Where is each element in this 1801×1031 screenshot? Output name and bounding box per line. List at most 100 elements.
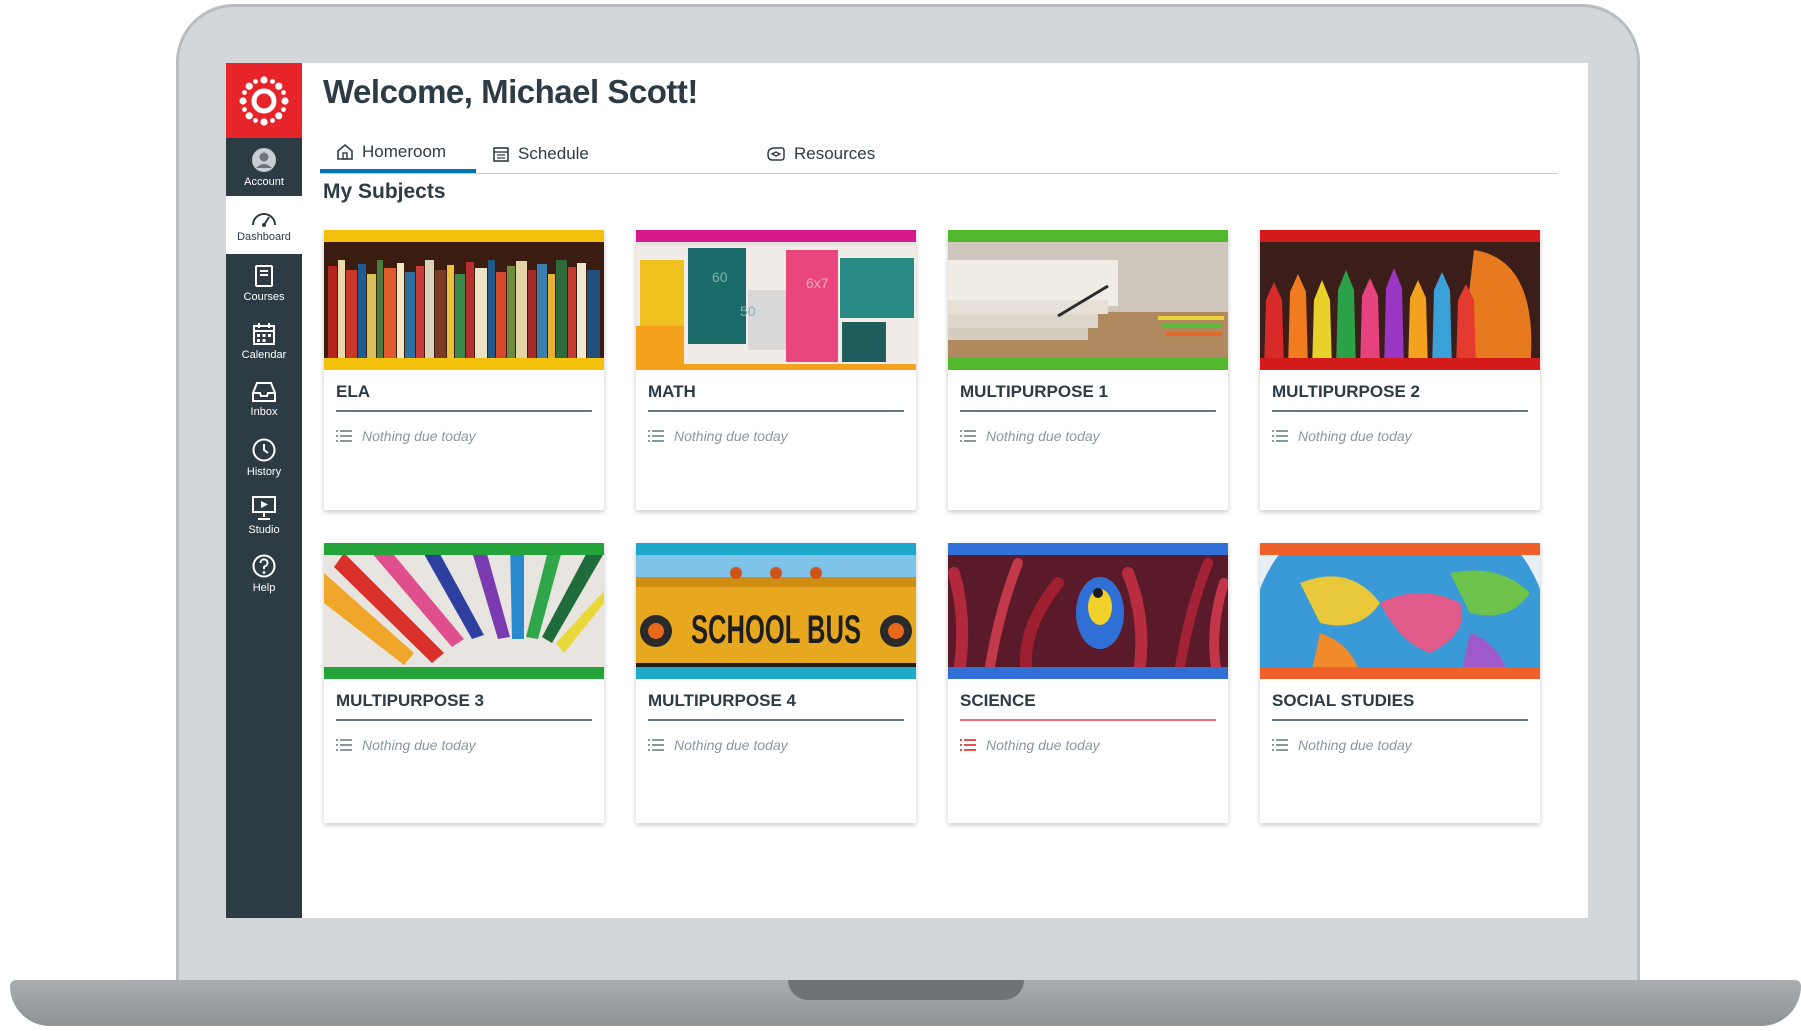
card-stripe [324, 230, 604, 242]
card-divider [960, 719, 1216, 721]
course-card-multipurpose-2[interactable]: MULTIPURPOSE 2 Nothing due today [1260, 230, 1540, 510]
card-title[interactable]: MULTIPURPOSE 4 [648, 691, 796, 711]
card-stripe [948, 358, 1228, 370]
list-icon [1272, 739, 1288, 751]
card-status: Nothing due today [336, 737, 476, 753]
card-status-text: Nothing due today [1298, 737, 1412, 753]
courses-icon [255, 264, 273, 287]
svg-text:6x7: 6x7 [806, 275, 829, 291]
sidebar-item-calendar[interactable]: Calendar [226, 312, 302, 370]
card-image-notebooks [948, 230, 1228, 370]
course-card-multipurpose-4[interactable]: SCHOOL BUS MULTIPURPOSE 4 Nothing due to… [636, 543, 916, 823]
sidebar-item-studio[interactable]: Studio [226, 486, 302, 544]
card-stripe [324, 358, 604, 370]
card-stripe [636, 543, 916, 555]
card-status: Nothing due today [648, 428, 788, 444]
card-divider [336, 410, 592, 412]
course-card-math[interactable]: 60 6x7 50 MATH Nothing due today [636, 230, 916, 510]
sidebar-item-help[interactable]: Help [226, 544, 302, 602]
card-stripe [636, 364, 916, 370]
sidebar-item-history[interactable]: History [226, 428, 302, 486]
sidebar-label-history: History [246, 465, 282, 478]
list-icon [960, 430, 976, 442]
main-content: Welcome, Michael Scott! Homeroom Schedul… [302, 63, 1588, 918]
notebooks-image [948, 230, 1228, 370]
card-image-globe [1260, 543, 1540, 679]
card-divider [1272, 410, 1528, 412]
card-title[interactable]: MATH [648, 382, 696, 402]
help-icon [252, 554, 276, 577]
global-navigation: Account Dashboard Courses Calendar Inbox… [226, 63, 302, 918]
card-title[interactable]: MULTIPURPOSE 2 [1272, 382, 1420, 402]
card-stripe [324, 667, 604, 679]
card-title[interactable]: MULTIPURPOSE 1 [960, 382, 1108, 402]
card-image-school-bus: SCHOOL BUS [636, 543, 916, 679]
course-card-multipurpose-1[interactable]: MULTIPURPOSE 1 Nothing due today [948, 230, 1228, 510]
card-status-text: Nothing due today [986, 737, 1100, 753]
course-card-multipurpose-3[interactable]: MULTIPURPOSE 3 Nothing due today [324, 543, 604, 823]
screen: Account Dashboard Courses Calendar Inbox… [226, 63, 1588, 918]
card-stripe [636, 667, 916, 679]
card-stripe [1260, 230, 1540, 242]
card-title[interactable]: SOCIAL STUDIES [1272, 691, 1414, 711]
canvas-logo-icon [239, 75, 289, 126]
sidebar-label-calendar: Calendar [241, 348, 287, 361]
tab-resources[interactable]: Resources [766, 135, 906, 173]
card-title[interactable]: MULTIPURPOSE 3 [336, 691, 484, 711]
sidebar-label-inbox: Inbox [250, 405, 278, 418]
course-card-ela[interactable]: ELA Nothing due today [324, 230, 604, 510]
tab-homeroom[interactable]: Homeroom [320, 135, 476, 173]
card-status-text: Nothing due today [362, 737, 476, 753]
course-card-science[interactable]: SCIENCE Nothing due today [948, 543, 1228, 823]
card-image-math-blocks: 60 6x7 50 [636, 230, 916, 370]
sidebar-item-account[interactable]: Account [226, 138, 302, 196]
card-image-books [324, 230, 604, 370]
globe-image [1260, 543, 1540, 679]
card-stripe [1260, 358, 1540, 370]
card-status: Nothing due today [1272, 737, 1412, 753]
crayons-image [1260, 230, 1540, 370]
list-icon [648, 430, 664, 442]
card-status: Nothing due today [960, 737, 1100, 753]
page-title: Welcome, Michael Scott! [323, 73, 698, 110]
sidebar-item-dashboard[interactable]: Dashboard [226, 196, 302, 254]
sidebar-item-courses[interactable]: Courses [226, 254, 302, 312]
card-title[interactable]: SCIENCE [960, 691, 1036, 711]
dashboard-icon [252, 212, 276, 227]
account-icon [252, 147, 276, 172]
school-bus-image: SCHOOL BUS [636, 543, 916, 679]
card-status: Nothing due today [648, 737, 788, 753]
list-icon [336, 739, 352, 751]
card-status-text: Nothing due today [986, 428, 1100, 444]
sidebar-item-inbox[interactable]: Inbox [226, 370, 302, 428]
course-card-social-studies[interactable]: SOCIAL STUDIES Nothing due today [1260, 543, 1540, 823]
card-title[interactable]: ELA [336, 382, 370, 402]
card-stripe [636, 230, 916, 242]
card-status-text: Nothing due today [362, 428, 476, 444]
list-icon [336, 430, 352, 442]
card-divider [648, 719, 904, 721]
card-status: Nothing due today [336, 428, 476, 444]
list-icon [648, 739, 664, 751]
calendar-icon [253, 322, 275, 345]
tab-resources-label: Resources [794, 144, 876, 163]
sidebar-label-dashboard: Dashboard [237, 230, 291, 243]
card-stripe [1260, 667, 1540, 679]
resources-icon [767, 147, 785, 161]
card-divider [960, 410, 1216, 412]
canvas-logo[interactable] [226, 63, 302, 138]
card-stripe [948, 543, 1228, 555]
card-status: Nothing due today [960, 428, 1100, 444]
card-status-text: Nothing due today [1298, 428, 1412, 444]
card-status-text: Nothing due today [674, 737, 788, 753]
sidebar-label-account: Account [244, 175, 284, 188]
coral-fish-image [948, 543, 1228, 679]
sidebar-label-courses: Courses [243, 290, 285, 303]
sidebar-label-help: Help [252, 581, 276, 594]
tab-schedule[interactable]: Schedule [492, 135, 612, 173]
card-status-text: Nothing due today [674, 428, 788, 444]
card-stripe [948, 230, 1228, 242]
card-divider [1272, 719, 1528, 721]
card-stripe [324, 543, 604, 555]
homeroom-tabs: Homeroom Schedule Resources [320, 135, 1558, 174]
